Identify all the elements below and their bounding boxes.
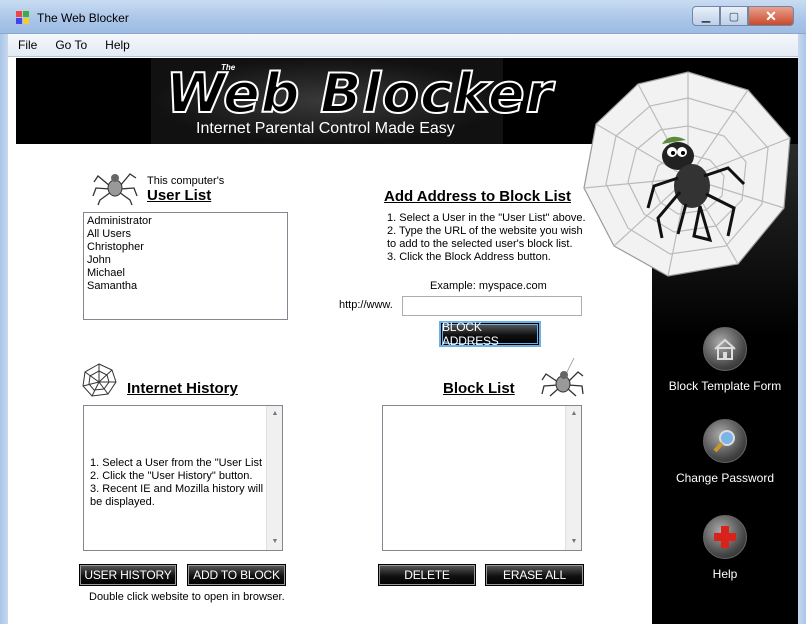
instruction-line: to add to the selected user's block list… xyxy=(387,238,573,250)
minimize-button[interactable]: ▁ xyxy=(692,6,720,26)
scroll-up-icon[interactable]: ▲ xyxy=(267,406,283,422)
history-instructions: 1. Select a User from the "User List 2. … xyxy=(90,457,263,509)
menu-file[interactable]: File xyxy=(18,38,37,52)
example-label: Example: myspace.com xyxy=(430,280,547,292)
scroll-up-icon[interactable]: ▲ xyxy=(566,406,582,422)
hanging-spider-icon xyxy=(541,358,584,397)
magnifier-icon xyxy=(703,419,747,463)
user-list-heading: User List xyxy=(147,187,212,204)
list-item[interactable]: Christopher xyxy=(84,241,287,254)
spider-web-icon xyxy=(82,363,117,397)
scroll-down-icon[interactable]: ▼ xyxy=(267,534,283,550)
url-input[interactable] xyxy=(402,296,582,316)
instruction-line: 2. Type the URL of the website you wish xyxy=(387,225,583,237)
internet-history-heading: Internet History xyxy=(127,380,238,397)
help-label: Help xyxy=(712,567,738,581)
window-frame-left xyxy=(0,34,8,624)
list-item[interactable]: All Users xyxy=(84,228,287,241)
spider-icon xyxy=(92,173,138,206)
list-item[interactable]: Michael xyxy=(84,267,287,280)
logo-title: Web Blocker xyxy=(165,61,554,126)
red-cross-icon xyxy=(703,515,747,559)
window-title: The Web Blocker xyxy=(37,11,129,25)
list-item[interactable]: Administrator xyxy=(84,215,287,228)
spider-web-decoration xyxy=(583,71,791,277)
block-list-heading: Block List xyxy=(443,380,515,397)
add-address-instructions: 1. Select a User in the "User List" abov… xyxy=(387,212,586,264)
menu-bar: File Go To Help xyxy=(8,34,798,57)
erase-all-button[interactable]: ERASE ALL xyxy=(485,564,584,586)
scroll-down-icon[interactable]: ▼ xyxy=(566,534,582,550)
instruction-line: 3. Click the Block Address button. xyxy=(387,251,551,263)
instruction-line: 1. Select a User from the "User List xyxy=(90,457,263,469)
list-item[interactable]: John xyxy=(84,254,287,267)
history-listbox[interactable]: 1. Select a User from the "User List 2. … xyxy=(83,405,283,551)
help-button[interactable]: Help xyxy=(652,515,798,581)
title-bar[interactable]: The Web Blocker ▁ ▢ ✕ xyxy=(0,0,806,34)
instruction-line: 2. Click the "User History" button. xyxy=(90,470,253,482)
app-icon xyxy=(16,11,30,25)
block-list-scrollbar[interactable]: ▲ ▼ xyxy=(565,406,581,550)
user-listbox[interactable]: Administrator All Users Christopher John… xyxy=(83,212,288,320)
instruction-line: 1. Select a User in the "User List" abov… xyxy=(387,212,586,224)
menu-go-to[interactable]: Go To xyxy=(55,38,87,52)
history-scrollbar[interactable]: ▲ ▼ xyxy=(266,406,282,550)
window-frame-right xyxy=(798,34,806,624)
user-history-button[interactable]: USER HISTORY xyxy=(79,564,177,586)
history-hint: Double click website to open in browser. xyxy=(89,591,285,603)
instruction-line: 3. Recent IE and Mozilla history will xyxy=(90,483,264,495)
user-list-caption: This computer's xyxy=(147,175,225,187)
delete-button[interactable]: DELETE xyxy=(378,564,476,586)
change-password-label: Change Password xyxy=(675,471,775,485)
instruction-line: be displayed. xyxy=(90,496,155,508)
add-to-block-button[interactable]: ADD TO BLOCK xyxy=(187,564,286,586)
add-address-heading: Add Address to Block List xyxy=(384,188,571,205)
close-button[interactable]: ✕ xyxy=(748,6,794,26)
maximize-button[interactable]: ▢ xyxy=(720,6,748,26)
house-icon xyxy=(703,327,747,371)
block-template-form-button[interactable]: Block Template Form xyxy=(652,327,798,393)
block-listbox[interactable]: ▲ ▼ xyxy=(382,405,582,551)
menu-help[interactable]: Help xyxy=(105,38,130,52)
block-address-button[interactable]: BLOCK ADDRESS xyxy=(441,320,539,348)
logo-tagline: Internet Parental Control Made Easy xyxy=(196,120,455,137)
url-prefix-label: http://www. xyxy=(339,299,393,311)
change-password-button[interactable]: Change Password xyxy=(652,419,798,485)
block-template-form-label: Block Template Form xyxy=(668,379,782,393)
list-item[interactable]: Samantha xyxy=(84,280,287,293)
